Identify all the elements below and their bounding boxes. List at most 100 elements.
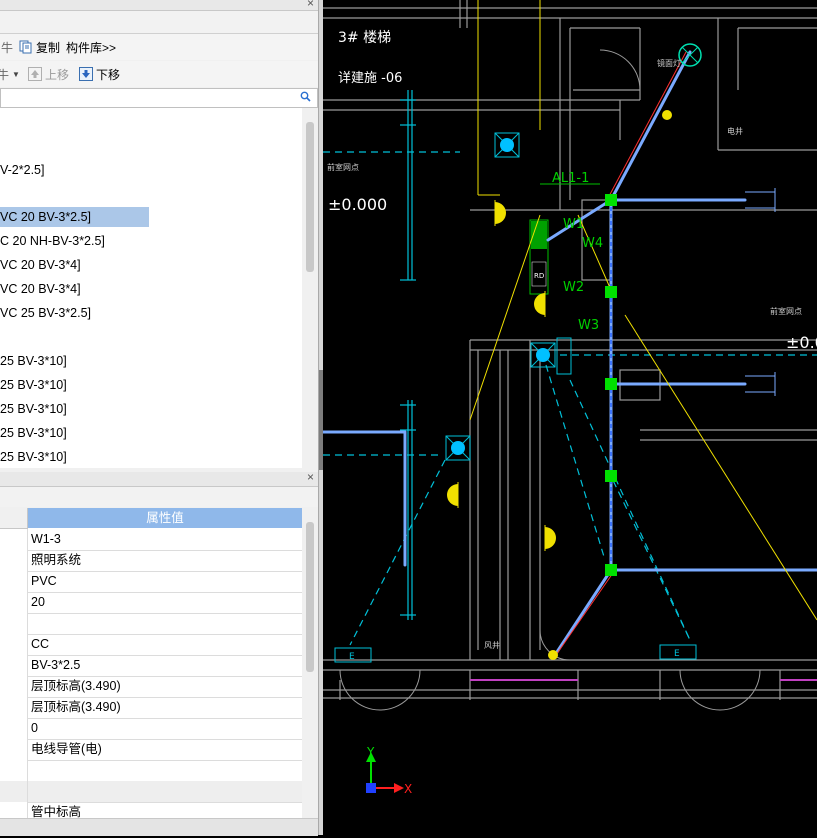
tree-item[interactable]: VC 20 BV-3*4] bbox=[0, 255, 81, 275]
tree-item[interactable]: 25 BV-3*10] bbox=[0, 447, 67, 467]
copy-label: 复制 bbox=[36, 40, 61, 55]
status-strip bbox=[0, 818, 318, 836]
property-name-cell bbox=[0, 760, 28, 781]
tree-item[interactable]: 25 BV-3*10] bbox=[0, 375, 67, 395]
close-icon[interactable]: × bbox=[307, 0, 314, 10]
arrow-down-icon bbox=[78, 67, 93, 81]
property-row[interactable] bbox=[0, 760, 302, 782]
tree-item[interactable]: 25 BV-3*10] bbox=[0, 423, 67, 443]
junction-boxes bbox=[334, 132, 697, 663]
properties-scrollbar[interactable] bbox=[302, 508, 318, 818]
property-name-cell bbox=[0, 550, 28, 571]
property-row[interactable]: 电线导管(电) bbox=[0, 739, 302, 761]
e1-label: E bbox=[349, 652, 355, 662]
property-value: PVC bbox=[31, 574, 57, 588]
chevron-down-icon: ▼ bbox=[12, 69, 20, 79]
property-name-cell bbox=[0, 613, 28, 634]
move-down-label: 下移 bbox=[95, 67, 120, 82]
partial-icon-fragment-2: 牛 bbox=[0, 67, 10, 82]
property-name-cell bbox=[0, 739, 28, 760]
partial-button[interactable]: 牛 bbox=[0, 39, 13, 56]
axis-x-label: X bbox=[404, 782, 412, 796]
partial-icon-fragment: 牛 bbox=[1, 40, 14, 55]
elevation-left-label: ±0.000 bbox=[328, 195, 387, 214]
property-value: CC bbox=[31, 637, 50, 651]
tree-scrollbar-thumb[interactable] bbox=[306, 122, 314, 272]
tree-item-label: 25 BV-3*10] bbox=[0, 354, 67, 368]
property-name-cell bbox=[0, 655, 28, 676]
property-value: 20 bbox=[31, 595, 45, 609]
cad-canvas[interactable]: 3# 楼梯 详建施 -06 ±0.000 ±0.0 电井 前室网点 前室网点 镜… bbox=[321, 0, 817, 835]
move-up-label: 上移 bbox=[44, 67, 69, 82]
w4-label: W4 bbox=[582, 236, 603, 251]
tree-item-label: VC 25 BV-3*2.5] bbox=[0, 306, 92, 320]
property-name-cell bbox=[0, 781, 28, 802]
component-tree: V-2*2.5] VC 20 BV-3*2.5] C 20 NH-BV-3*2.… bbox=[0, 108, 318, 468]
tree-item-label: VC 20 BV-3*2.5] bbox=[0, 210, 92, 224]
property-row[interactable]: 层顶标高(3.490) bbox=[0, 697, 302, 719]
w3-label: W3 bbox=[578, 318, 599, 333]
pipe-ends bbox=[745, 188, 776, 396]
tree-item-label: C 20 NH-BV-3*2.5] bbox=[0, 234, 105, 248]
component-library-button[interactable]: 构件库>> bbox=[66, 39, 116, 56]
search-icon[interactable] bbox=[300, 91, 311, 102]
red-wire bbox=[555, 569, 616, 656]
properties-panel-bar: × bbox=[0, 470, 318, 487]
component-toolbar-2: 牛 ▼ 上移 下移 bbox=[0, 61, 318, 87]
search-input[interactable] bbox=[0, 88, 318, 108]
tree-item[interactable]: VC 20 BV-3*4] bbox=[0, 279, 81, 299]
yellow-wires bbox=[469, 0, 817, 621]
component-panel-bar: × bbox=[0, 0, 318, 11]
tree-item-label: VC 20 BV-3*4] bbox=[0, 282, 81, 296]
tree-item-selected[interactable]: VC 20 BV-3*2.5] bbox=[0, 207, 149, 227]
property-value: 管中标高 bbox=[31, 805, 82, 818]
tree-item[interactable]: 25 BV-3*10] bbox=[0, 351, 67, 371]
arrow-up-icon bbox=[27, 67, 42, 81]
property-row[interactable]: 20 bbox=[0, 592, 302, 614]
partial-dropdown[interactable]: 牛 ▼ bbox=[0, 66, 20, 83]
properties-header-left bbox=[0, 508, 28, 529]
rd-label: RD bbox=[534, 272, 544, 280]
copy-icon bbox=[19, 40, 32, 54]
tree-scrollbar[interactable] bbox=[302, 108, 318, 468]
tree-item[interactable]: VC 25 BV-3*2.5] bbox=[0, 303, 91, 323]
property-row[interactable]: 0 bbox=[0, 718, 302, 740]
property-value: W1-3 bbox=[31, 532, 61, 546]
tree-item-label: 25 BV-3*10] bbox=[0, 378, 67, 392]
property-name-cell bbox=[0, 592, 28, 613]
property-name-cell bbox=[0, 676, 28, 697]
stair-label: 3# 楼梯 bbox=[338, 30, 391, 46]
property-row[interactable]: 照明系统 bbox=[0, 550, 302, 572]
property-value: 电线导管(电) bbox=[31, 742, 102, 756]
e2-label: E bbox=[674, 649, 680, 659]
property-row[interactable] bbox=[0, 613, 302, 635]
tree-item[interactable]: V-2*2.5] bbox=[0, 160, 44, 180]
property-row[interactable]: 管中标高 bbox=[0, 802, 302, 818]
move-down-button[interactable]: 下移 bbox=[78, 66, 120, 83]
properties-panel-header bbox=[0, 487, 318, 507]
tree-item[interactable]: C 20 NH-BV-3*2.5] bbox=[0, 231, 105, 251]
small-label: 镜面灯 bbox=[657, 58, 681, 68]
property-row[interactable]: CC bbox=[0, 634, 302, 656]
properties-scrollbar-thumb[interactable] bbox=[306, 522, 314, 672]
tree-item-label: 25 BV-3*10] bbox=[0, 426, 67, 440]
properties-header-value: 属性值 bbox=[28, 508, 302, 528]
cad-drawing: 3# 楼梯 详建施 -06 ±0.000 ±0.0 电井 前室网点 前室网点 镜… bbox=[321, 0, 817, 796]
property-row[interactable]: BV-3*2.5 bbox=[0, 655, 302, 677]
move-up-button[interactable]: 上移 bbox=[27, 66, 69, 83]
dimension-lines bbox=[400, 90, 416, 620]
property-name-cell bbox=[0, 697, 28, 718]
property-group-row[interactable] bbox=[0, 781, 302, 803]
property-row[interactable]: W1-3 bbox=[0, 529, 302, 551]
tree-item-label: 25 BV-3*10] bbox=[0, 450, 67, 464]
component-library-label: 构件库>> bbox=[66, 40, 117, 55]
close-icon[interactable]: × bbox=[307, 470, 314, 484]
copy-button[interactable]: 复制 bbox=[19, 39, 60, 56]
property-name-cell bbox=[0, 802, 28, 818]
property-name-cell bbox=[0, 634, 28, 655]
property-row[interactable]: PVC bbox=[0, 571, 302, 593]
property-value: 层顶标高(3.490) bbox=[31, 679, 121, 693]
property-row[interactable]: 层顶标高(3.490) bbox=[0, 676, 302, 698]
tree-item[interactable]: 25 BV-3*10] bbox=[0, 399, 67, 419]
room-label: 电井 bbox=[727, 126, 743, 136]
